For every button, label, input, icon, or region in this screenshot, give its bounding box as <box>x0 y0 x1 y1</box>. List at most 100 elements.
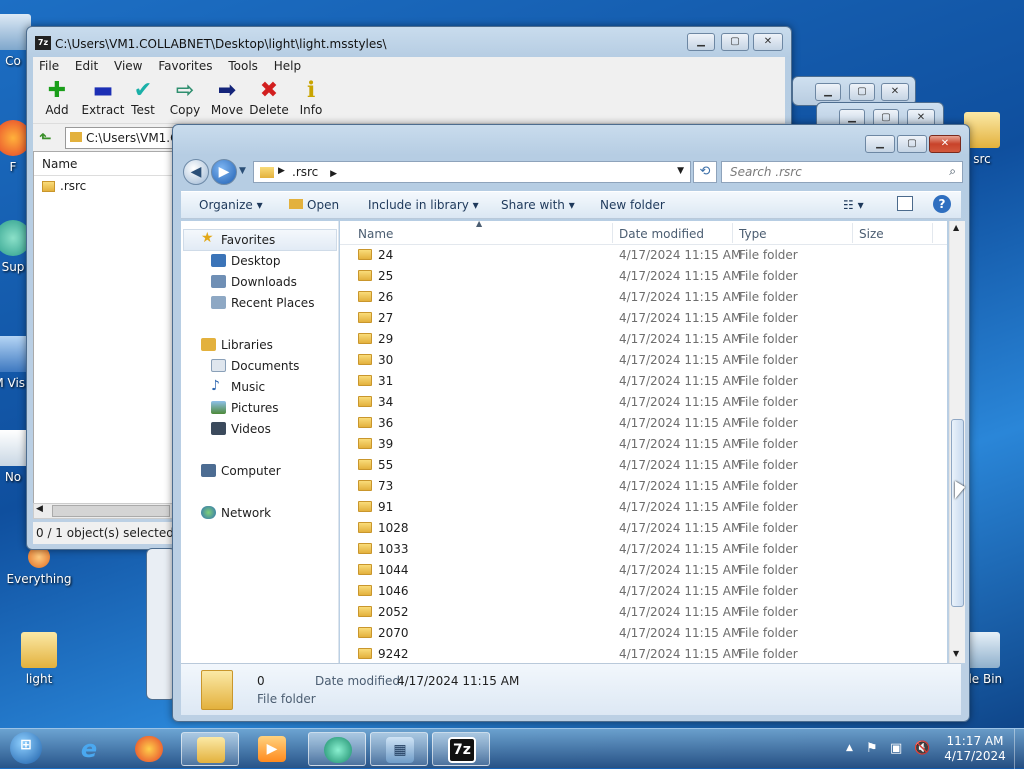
close-button[interactable]: ✕ <box>929 135 961 153</box>
info-button[interactable]: ℹ Info <box>289 79 333 118</box>
nav-favorites[interactable]: ★ Favorites <box>201 230 275 247</box>
nav-network[interactable]: Network <box>201 506 271 520</box>
maximize-button[interactable]: ▢ <box>849 83 875 101</box>
menu-view[interactable]: View <box>108 57 148 75</box>
breadcrumb-separator-icon[interactable]: ▶ <box>278 166 285 176</box>
minimize-button[interactable]: ▁ <box>815 83 841 101</box>
table-row[interactable]: 2052 4/17/2024 11:15 AM File folder <box>340 602 947 623</box>
address-bar[interactable]: ▶ .rsrc ▶ ▼ <box>253 161 691 183</box>
table-row[interactable]: 9242 4/17/2024 11:15 AM File folder <box>340 644 947 663</box>
address-dropdown-icon[interactable]: ▼ <box>677 166 684 176</box>
organize-button[interactable]: Organize ▾ <box>199 198 263 212</box>
table-row[interactable]: 25 4/17/2024 11:15 AM File folder <box>340 266 947 287</box>
share-with-button[interactable]: Share with ▾ <box>501 198 575 212</box>
column-header-name[interactable]: Name <box>34 152 172 176</box>
forward-button[interactable]: ▶ <box>211 159 237 185</box>
breadcrumb-item[interactable]: .rsrc <box>292 165 318 179</box>
copy-button[interactable]: ⇨ Copy <box>163 79 207 118</box>
table-row[interactable]: 27 4/17/2024 11:15 AM File folder <box>340 308 947 329</box>
table-row[interactable]: 24 4/17/2024 11:15 AM File folder <box>340 245 947 266</box>
table-row[interactable]: 91 4/17/2024 11:15 AM File folder <box>340 497 947 518</box>
menu-edit[interactable]: Edit <box>69 57 104 75</box>
table-row[interactable]: 73 4/17/2024 11:15 AM File folder <box>340 476 947 497</box>
breadcrumb-separator-icon[interactable]: ▶ <box>330 169 337 179</box>
search-input[interactable]: Search .rsrc ⌕ <box>721 161 963 183</box>
taskbar-app-green[interactable] <box>308 732 366 766</box>
table-row[interactable]: 34 4/17/2024 11:15 AM File folder <box>340 392 947 413</box>
nav-videos[interactable]: Videos <box>211 422 271 436</box>
nav-downloads[interactable]: Downloads <box>211 275 297 289</box>
volume-muted-icon[interactable]: 🔇 <box>914 741 930 756</box>
back-button[interactable]: ◀ <box>183 159 209 185</box>
action-center-flag-icon[interactable]: ⚑ <box>866 741 878 756</box>
vertical-scrollbar[interactable]: ▲ ▼ <box>949 221 965 663</box>
add-button[interactable]: ✚ Add <box>35 79 79 118</box>
table-row[interactable]: 1046 4/17/2024 11:15 AM File folder <box>340 581 947 602</box>
extract-button[interactable]: ▬ Extract <box>79 79 127 118</box>
maximize-button[interactable]: ▢ <box>721 33 749 51</box>
menu-favorites[interactable]: Favorites <box>152 57 218 75</box>
menu-file[interactable]: File <box>33 57 65 75</box>
taskbar-firefox[interactable] <box>120 732 178 766</box>
table-row[interactable]: 2070 4/17/2024 11:15 AM File folder <box>340 623 947 644</box>
table-row[interactable]: 31 4/17/2024 11:15 AM File folder <box>340 371 947 392</box>
show-hidden-icons-icon[interactable]: ▲ <box>846 743 853 753</box>
nav-desktop[interactable]: Desktop <box>211 254 281 268</box>
desktop-icon-everything[interactable]: Everything <box>4 546 74 586</box>
taskbar-7zip[interactable]: 7z <box>432 732 490 766</box>
taskbar-control-panel[interactable]: ▦ <box>370 732 428 766</box>
menu-help[interactable]: Help <box>268 57 307 75</box>
up-folder-icon[interactable]: ⬑ <box>39 129 57 147</box>
maximize-button[interactable]: ▢ <box>897 135 927 153</box>
view-options-icon[interactable]: ☷ ▾ <box>843 198 864 212</box>
network-tray-icon[interactable]: ▣ <box>890 741 902 756</box>
table-row[interactable]: 36 4/17/2024 11:15 AM File folder <box>340 413 947 434</box>
system-clock[interactable]: 11:17 AM 4/17/2024 <box>940 734 1010 764</box>
table-row[interactable]: 1044 4/17/2024 11:15 AM File folder <box>340 560 947 581</box>
horizontal-scrollbar[interactable]: ◀ <box>33 503 173 519</box>
scroll-left-icon[interactable]: ◀ <box>36 504 43 514</box>
list-item[interactable]: .rsrc <box>34 176 172 196</box>
include-in-library-button[interactable]: Include in library ▾ <box>368 198 479 212</box>
close-button[interactable]: ✕ <box>881 83 909 101</box>
column-header-date[interactable]: Date modified <box>619 227 704 241</box>
test-button[interactable]: ✔ Test <box>121 79 165 118</box>
minimize-button[interactable]: ▁ <box>687 33 715 51</box>
refresh-button[interactable]: ⟲ <box>693 161 717 183</box>
move-button[interactable]: ➡ Move <box>205 79 249 118</box>
scroll-thumb[interactable] <box>52 505 170 517</box>
open-button[interactable]: Open <box>289 198 339 212</box>
show-desktop-button[interactable] <box>1014 729 1024 769</box>
minimize-button[interactable]: ▁ <box>865 135 895 153</box>
delete-button[interactable]: ✖ Delete <box>247 79 291 118</box>
help-icon[interactable]: ? <box>933 195 951 213</box>
taskbar-media-player[interactable]: ▶ <box>243 732 301 766</box>
preview-pane-icon[interactable] <box>897 196 913 211</box>
chevron-down-icon[interactable]: ▼ <box>239 166 246 176</box>
scroll-up-icon[interactable]: ▲ <box>953 223 959 232</box>
table-row[interactable]: 26 4/17/2024 11:15 AM File folder <box>340 287 947 308</box>
menu-tools[interactable]: Tools <box>222 57 264 75</box>
new-folder-button[interactable]: New folder <box>600 198 665 212</box>
nav-libraries[interactable]: Libraries <box>201 338 273 352</box>
table-row[interactable]: 29 4/17/2024 11:15 AM File folder <box>340 329 947 350</box>
column-header-size[interactable]: Size <box>859 227 884 241</box>
nav-documents[interactable]: Documents <box>211 359 299 373</box>
nav-music[interactable]: ♪ Music <box>211 378 265 394</box>
nav-computer[interactable]: Computer <box>201 464 281 478</box>
column-header-type[interactable]: Type <box>739 227 767 241</box>
table-row[interactable]: 1033 4/17/2024 11:15 AM File folder <box>340 539 947 560</box>
table-row[interactable]: 39 4/17/2024 11:15 AM File folder <box>340 434 947 455</box>
table-row[interactable]: 55 4/17/2024 11:15 AM File folder <box>340 455 947 476</box>
scroll-down-icon[interactable]: ▼ <box>953 649 959 658</box>
scroll-thumb[interactable] <box>951 419 964 607</box>
column-header-name[interactable]: Name <box>358 227 393 241</box>
taskbar-internet-explorer[interactable]: e <box>60 732 118 766</box>
start-button[interactable]: ⊞ <box>4 732 50 766</box>
nav-recent-places[interactable]: Recent Places <box>211 296 314 310</box>
taskbar-file-explorer[interactable] <box>181 732 239 766</box>
desktop-icon-light[interactable]: light <box>4 632 74 686</box>
close-button[interactable]: ✕ <box>753 33 783 51</box>
table-row[interactable]: 30 4/17/2024 11:15 AM File folder <box>340 350 947 371</box>
table-row[interactable]: 1028 4/17/2024 11:15 AM File folder <box>340 518 947 539</box>
